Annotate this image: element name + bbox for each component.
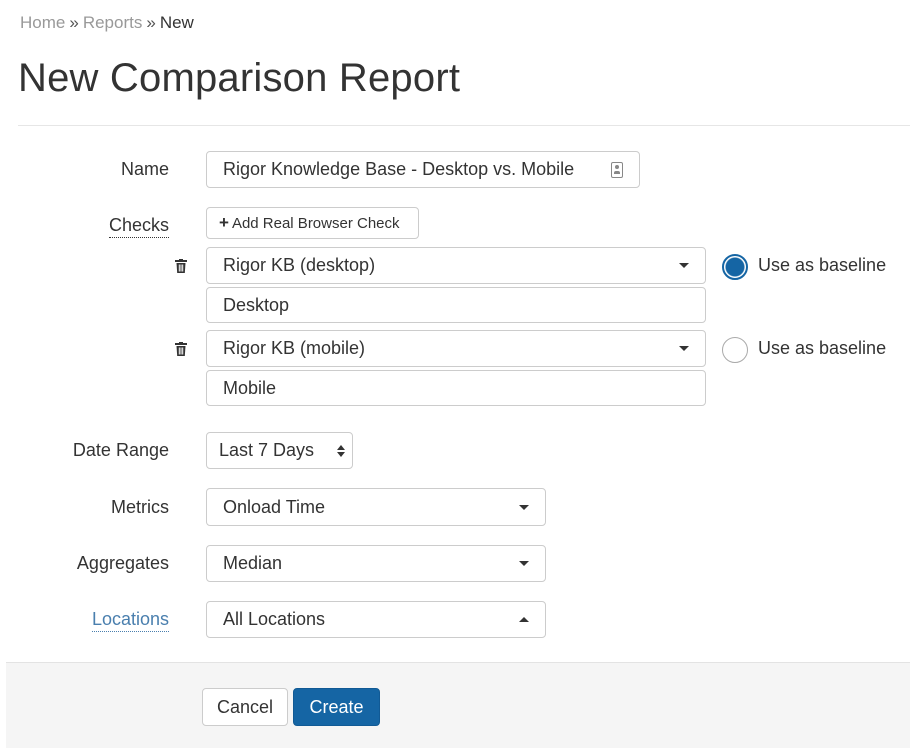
plus-icon: + (219, 213, 229, 232)
baseline-label-1: Use as baseline (758, 255, 887, 275)
form-footer (6, 662, 910, 748)
breadcrumb: Home» Reports» New (20, 13, 194, 33)
breadcrumb-separator: » (69, 13, 79, 32)
metrics-label: Metrics (111, 497, 169, 517)
check-alias-2-value: Mobile (223, 377, 277, 398)
date-range-value: Last 7 Days (219, 440, 315, 460)
breadcrumb-separator: » (146, 13, 156, 32)
add-real-browser-check-button[interactable]: + Add Real Browser Check (206, 207, 419, 239)
chevron-up-icon (519, 617, 529, 622)
chevron-down-icon (679, 263, 689, 268)
cancel-button[interactable]: Cancel (202, 688, 288, 726)
up-down-arrows-icon (337, 444, 345, 457)
aggregates-value: Median (223, 553, 283, 573)
chevron-down-icon (519, 561, 529, 566)
check-select-1-value: Rigor KB (desktop) (223, 255, 376, 275)
check-select-1[interactable]: Rigor KB (desktop) (206, 247, 706, 284)
checks-label: Checks (108, 215, 169, 238)
title-divider (18, 125, 910, 126)
locations-label[interactable]: Locations (91, 609, 169, 632)
chevron-down-icon (519, 504, 529, 510)
name-label: Name (120, 159, 169, 179)
aggregates-select[interactable]: Median (206, 545, 546, 582)
add-real-browser-check-label: Add Real Browser Check (231, 214, 400, 232)
date-range-label: Date Range (72, 440, 169, 460)
metrics-value: Onload Time (223, 496, 326, 517)
baseline-radio-1[interactable] (722, 254, 748, 280)
baseline-radio-2[interactable] (722, 337, 748, 363)
check-alias-input-2[interactable]: Mobile (206, 370, 706, 406)
aggregates-label: Aggregates (76, 553, 169, 573)
create-button[interactable]: Create (293, 688, 380, 726)
baseline-label-2: Use as baseline (758, 338, 887, 358)
locations-value: All Locations (223, 609, 326, 629)
trash-icon[interactable] (175, 342, 187, 356)
chevron-down-icon (679, 346, 689, 351)
check-alias-1-value: Desktop (223, 294, 290, 315)
new-comparison-report-page: Home» Reports» New New Comparison Report N… (0, 0, 910, 748)
breadcrumb-current: New (159, 13, 194, 32)
trash-icon[interactable] (175, 259, 187, 273)
check-select-2[interactable]: Rigor KB (mobile) (206, 330, 706, 367)
check-select-2-value: Rigor KB (mobile) (223, 338, 366, 358)
breadcrumb-reports-link[interactable]: Reports (83, 13, 143, 32)
check-alias-input-1[interactable]: Desktop (206, 287, 706, 323)
breadcrumb-home-link[interactable]: Home (20, 13, 65, 32)
contact-card-icon[interactable] (611, 161, 623, 178)
page-title: New Comparison Report (18, 56, 461, 100)
metrics-select[interactable]: Onload Time (206, 488, 546, 526)
name-input-value: Rigor Knowledge Base - Desktop vs. Mobil… (223, 159, 575, 179)
name-input[interactable]: Rigor Knowledge Base - Desktop vs. Mobil… (206, 151, 640, 188)
locations-select[interactable]: All Locations (206, 601, 546, 638)
date-range-select[interactable]: Last 7 Days (206, 432, 353, 469)
